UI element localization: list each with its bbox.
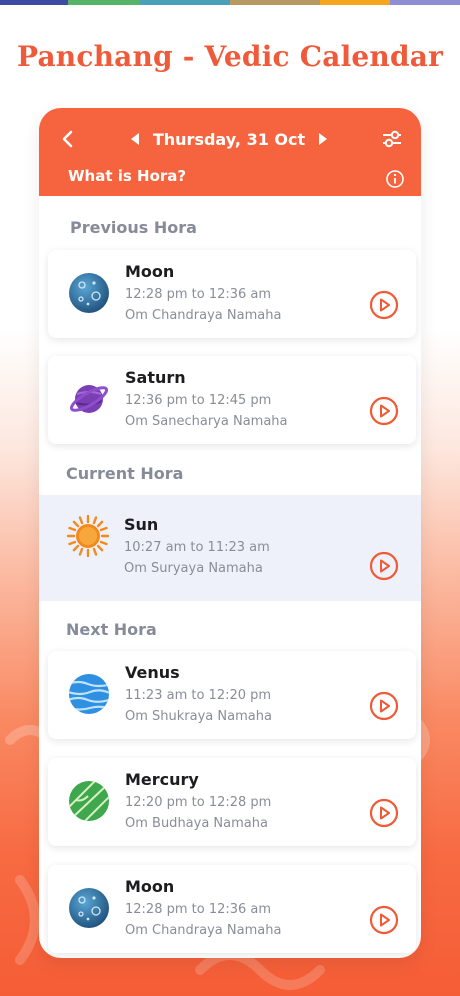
hora-mantra: Om Shukraya Namaha xyxy=(125,709,272,724)
strip-segment xyxy=(390,0,460,5)
date-navigator: Thursday, 31 Oct xyxy=(131,126,327,152)
hora-mantra: Om Budhaya Namaha xyxy=(125,816,268,831)
play-circle-icon[interactable] xyxy=(369,290,399,320)
hora-planet-name: Moon xyxy=(125,262,175,281)
play-circle-icon[interactable] xyxy=(369,798,399,828)
hora-planet-name: Moon xyxy=(125,877,175,896)
play-circle-icon[interactable] xyxy=(369,551,399,581)
next-day-button[interactable] xyxy=(319,133,327,145)
strip-segment xyxy=(320,0,390,5)
hora-row[interactable]: Saturn 12:36 pm to 12:45 pm Om Sanechary… xyxy=(48,356,416,444)
strip-segment xyxy=(230,0,320,5)
play-circle-icon[interactable] xyxy=(369,691,399,721)
back-button[interactable] xyxy=(53,124,83,154)
mercury-planet-icon xyxy=(69,781,109,821)
hora-mantra: Om Suryaya Namaha xyxy=(124,561,263,576)
strip-segment xyxy=(140,0,230,5)
moon-planet-icon xyxy=(69,273,109,313)
strip-segment xyxy=(68,0,140,5)
hora-row[interactable]: Moon 12:28 pm to 12:36 am Om Chandraya N… xyxy=(48,250,416,338)
section-label-current: Current Hora xyxy=(66,464,184,483)
saturn-planet-icon xyxy=(69,385,109,413)
card-header: Thursday, 31 Oct What is Hora? xyxy=(39,108,421,196)
hora-time-range: 12:36 pm to 12:45 pm xyxy=(125,393,272,408)
chevron-left-icon xyxy=(62,130,73,148)
moon-planet-icon xyxy=(69,888,109,928)
hora-row[interactable]: Moon 12:28 pm to 12:36 am Om Chandraya N… xyxy=(48,865,416,953)
hora-card: Thursday, 31 Oct What is Hora? Previous … xyxy=(39,108,421,958)
what-is-hora-link[interactable]: What is Hora? xyxy=(68,167,186,185)
top-color-strip xyxy=(0,0,460,5)
hora-mantra: Om Chandraya Namaha xyxy=(125,923,282,938)
info-icon[interactable] xyxy=(385,169,405,189)
hora-time-range: 12:20 pm to 12:28 pm xyxy=(125,795,272,810)
hora-planet-name: Venus xyxy=(125,663,180,682)
hora-planet-name: Sun xyxy=(124,515,159,534)
hora-mantra: Om Sanecharya Namaha xyxy=(125,414,288,429)
strip-segment xyxy=(0,0,68,5)
section-label-previous: Previous Hora xyxy=(70,218,197,237)
sliders-icon xyxy=(383,130,401,148)
section-label-next: Next Hora xyxy=(66,620,157,639)
current-hora-row[interactable]: Sun 10:27 am to 11:23 am Om Suryaya Nama… xyxy=(39,495,421,601)
hora-time-range: 11:23 am to 12:20 pm xyxy=(125,688,272,703)
app-headline: Panchang - Vedic Calendar xyxy=(16,40,444,73)
hora-planet-name: Saturn xyxy=(125,368,186,387)
hora-mantra: Om Chandraya Namaha xyxy=(125,308,282,323)
play-circle-icon[interactable] xyxy=(369,396,399,426)
hora-planet-name: Mercury xyxy=(125,770,199,789)
play-circle-icon[interactable] xyxy=(369,905,399,935)
hora-time-range: 12:28 pm to 12:36 am xyxy=(125,287,272,302)
hora-time-range: 12:28 pm to 12:36 am xyxy=(125,902,272,917)
venus-planet-icon xyxy=(69,674,109,714)
previous-day-button[interactable] xyxy=(131,133,139,145)
filter-button[interactable] xyxy=(377,124,407,154)
hora-time-range: 10:27 am to 11:23 am xyxy=(124,540,270,555)
sun-icon xyxy=(67,515,109,557)
date-label: Thursday, 31 Oct xyxy=(152,129,306,149)
hora-row[interactable]: Venus 11:23 am to 12:20 pm Om Shukraya N… xyxy=(48,651,416,739)
hora-row[interactable]: Mercury 12:20 pm to 12:28 pm Om Budhaya … xyxy=(48,758,416,846)
